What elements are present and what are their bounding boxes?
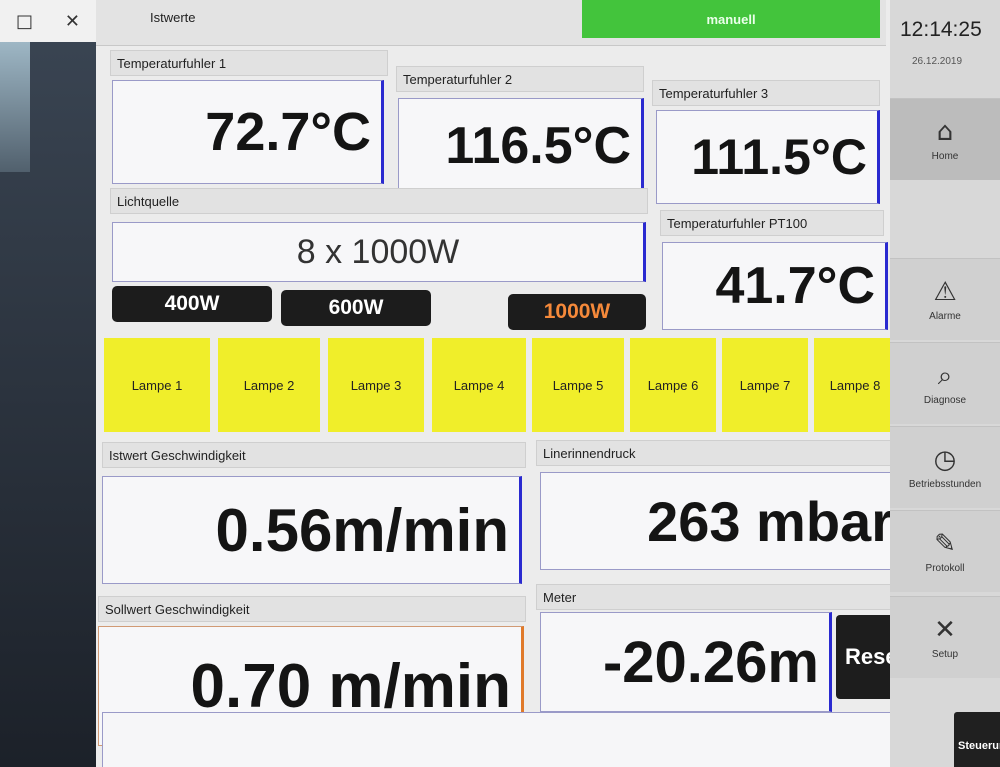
home-icon: ⌂ xyxy=(936,117,954,147)
temp2-label: Temperaturfuhler 2 xyxy=(396,66,644,92)
host-window: □ ✕ xyxy=(0,0,96,767)
lamp-3-button[interactable]: Lampe 3 xyxy=(328,338,424,432)
lamp-6-button[interactable]: Lampe 6 xyxy=(630,338,716,432)
lamp-5-button[interactable]: Lampe 5 xyxy=(532,338,624,432)
meter-value: -20.26m xyxy=(540,612,832,712)
pt100-label: Temperaturfuhler PT100 xyxy=(660,210,884,236)
clock-icon: ◷ xyxy=(933,445,957,475)
host-titlebar: □ ✕ xyxy=(0,0,96,42)
nav-betriebsstunden-label: Betriebsstunden xyxy=(908,479,982,490)
lamp-2-button[interactable]: Lampe 2 xyxy=(218,338,320,432)
light-source-value: 8 x 1000W xyxy=(112,222,646,282)
power-1000w-button[interactable]: 1000W xyxy=(508,294,646,330)
status-field xyxy=(102,712,924,767)
tools-icon: ✕ xyxy=(934,615,956,645)
lamp-8-button[interactable]: Lampe 8 xyxy=(814,338,896,432)
side-navigation: 12:14:25 26.12.2019 ⌂ Home ⚠ Alarme ⌕ Di… xyxy=(890,0,1000,767)
nav-setup[interactable]: ✕ Setup xyxy=(890,596,1000,678)
speed-setpoint-label: Sollwert Geschwindigkeit xyxy=(98,596,526,622)
lamp-4-button[interactable]: Lampe 4 xyxy=(432,338,526,432)
nav-betriebsstunden[interactable]: ◷ Betriebsstunden xyxy=(890,426,1000,508)
warning-icon: ⚠ xyxy=(933,277,957,307)
close-icon[interactable]: ✕ xyxy=(65,11,80,32)
control-on-button[interactable]: Steuerung Ein xyxy=(954,712,1000,767)
desktop-background xyxy=(0,42,30,172)
nav-protokoll[interactable]: ✎ Protokoll xyxy=(890,510,1000,592)
nav-diagnose-label: Diagnose xyxy=(923,395,967,406)
power-400w-button[interactable]: 400W xyxy=(112,286,272,322)
header-bar: Istwerte manuell xyxy=(96,0,886,46)
maximize-icon[interactable]: □ xyxy=(16,11,33,32)
pt100-value: 41.7°C xyxy=(662,242,888,330)
temp1-value: 72.7°C xyxy=(112,80,384,184)
nav-setup-label: Setup xyxy=(931,649,959,660)
temp3-value: 111.5°C xyxy=(656,110,880,204)
temp2-value: 116.5°C xyxy=(398,98,644,194)
hmi-screen: Istwerte manuell Temperaturfuhler 1 72.7… xyxy=(96,0,1000,767)
nav-home-label: Home xyxy=(931,151,959,162)
clock-time: 12:14:25 xyxy=(900,18,982,41)
lamp-7-button[interactable]: Lampe 7 xyxy=(722,338,808,432)
nav-alarme-label: Alarme xyxy=(929,311,961,322)
power-600w-button[interactable]: 600W xyxy=(281,290,431,326)
nav-protokoll-label: Protokoll xyxy=(925,563,965,574)
speed-actual-value: 0.56m/min xyxy=(102,476,522,584)
magnifier-icon: ⌕ xyxy=(937,361,953,391)
meter-label: Meter xyxy=(536,584,920,610)
speed-actual-label: Istwert Geschwindigkeit xyxy=(102,442,526,468)
lamp-1-button[interactable]: Lampe 1 xyxy=(104,338,210,432)
protocol-icon: ✎ xyxy=(934,529,956,559)
light-source-label: Lichtquelle xyxy=(110,188,648,214)
pressure-value: 263 mbar xyxy=(540,472,906,570)
temp3-label: Temperaturfuhler 3 xyxy=(652,80,880,106)
clock-date: 26.12.2019 xyxy=(912,56,963,67)
pressure-label: Linerinnendruck xyxy=(536,440,908,466)
nav-diagnose[interactable]: ⌕ Diagnose xyxy=(890,342,1000,424)
nav-home[interactable]: ⌂ Home xyxy=(890,98,1000,180)
mode-button[interactable]: manuell xyxy=(582,0,880,38)
header-caption: Istwerte xyxy=(150,10,196,25)
temp1-label: Temperaturfuhler 1 xyxy=(110,50,388,76)
nav-alarme[interactable]: ⚠ Alarme xyxy=(890,258,1000,340)
